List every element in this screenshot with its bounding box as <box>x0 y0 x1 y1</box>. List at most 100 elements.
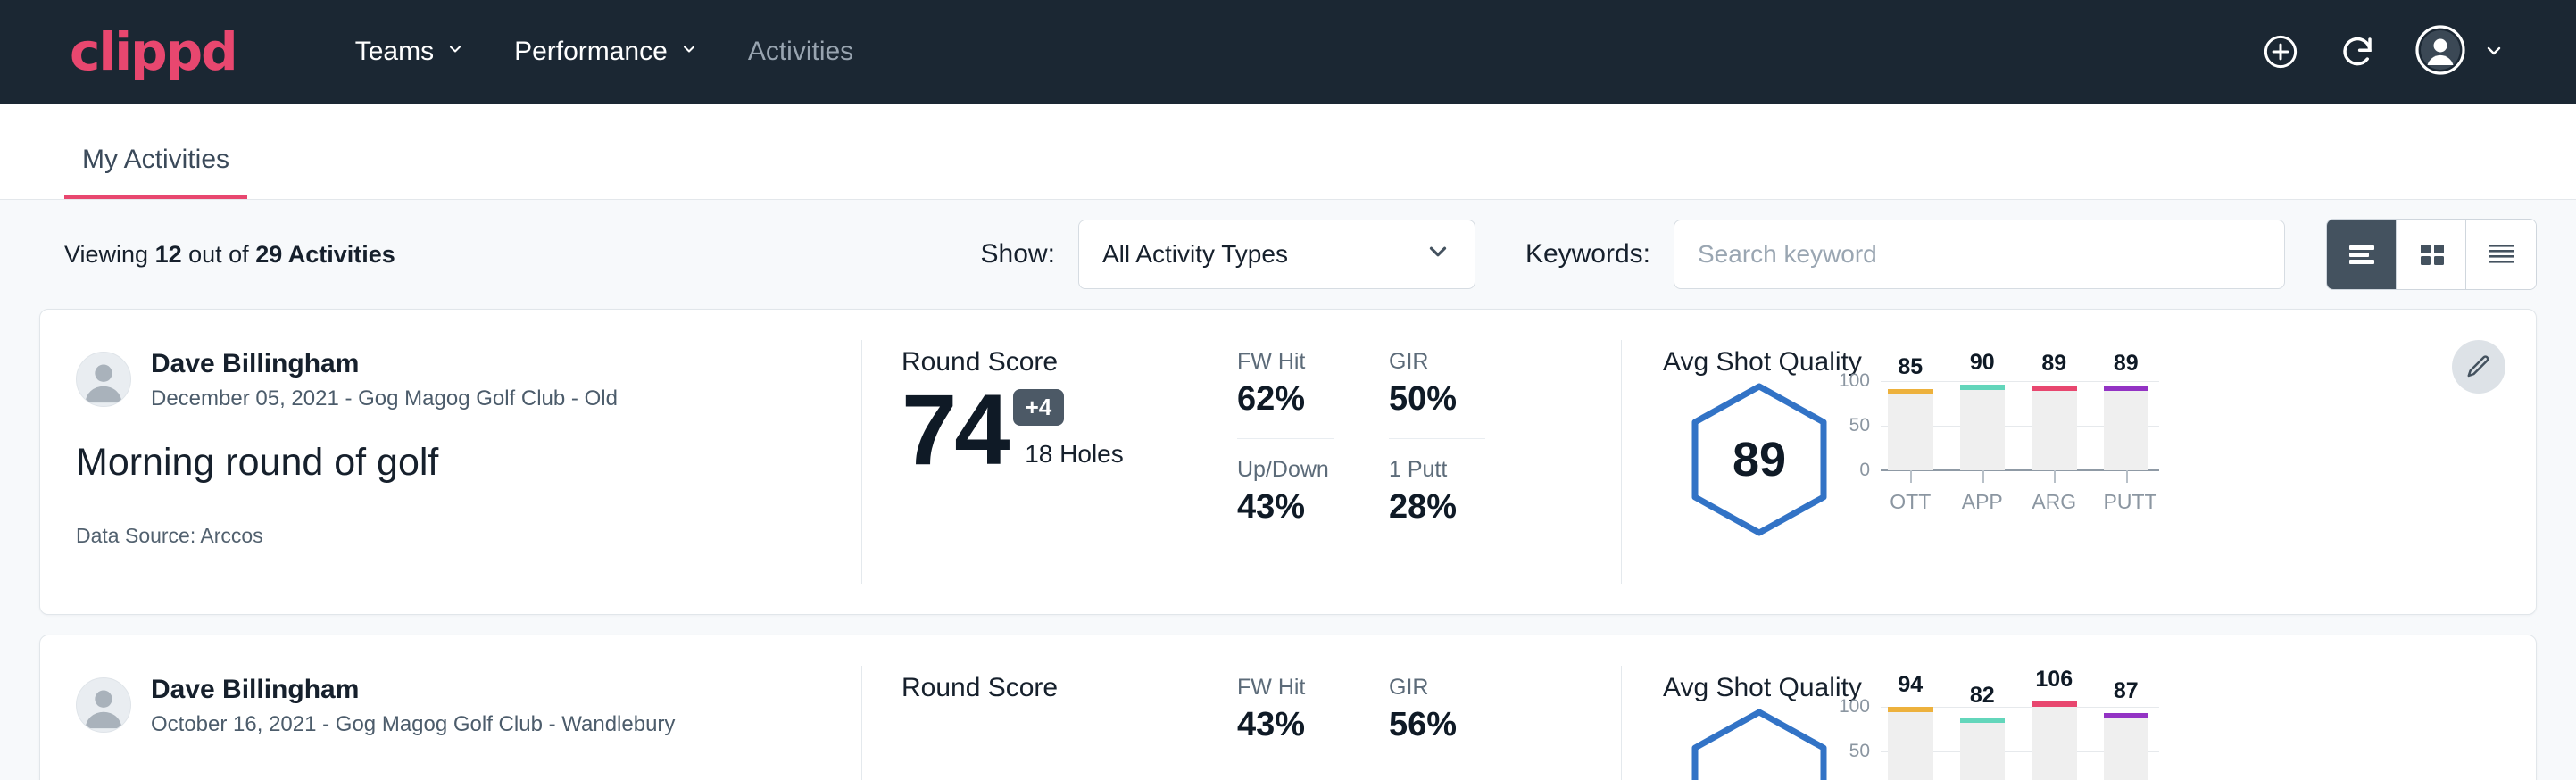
chart-bar-cap <box>1960 718 2006 723</box>
nav-item-activities[interactable]: Activities <box>723 37 878 67</box>
data-source-label: Data Source: <box>76 524 200 547</box>
view-list-button[interactable] <box>2327 220 2397 289</box>
list-icon <box>2344 240 2380 269</box>
chart-x-tick <box>1982 470 1984 483</box>
player-header: Dave Billingham December 05, 2021 - Gog … <box>76 347 861 412</box>
refresh-icon[interactable] <box>2339 33 2376 71</box>
show-label: Show: <box>981 239 1055 270</box>
chart-bar-body <box>1960 723 2006 780</box>
viewing-count: 12 <box>155 241 182 268</box>
shot-quality-value: 89 <box>1688 381 1831 538</box>
chart-bar-cap <box>2032 701 2077 707</box>
chevron-down-icon <box>1425 238 1451 271</box>
activity-info: Dave Billingham December 05, 2021 - Gog … <box>40 310 861 614</box>
view-grid-button[interactable] <box>2397 220 2466 289</box>
chart-bar-body <box>2104 718 2149 780</box>
chart-bar-body <box>1888 394 1933 470</box>
nav-item-activities-label: Activities <box>748 37 853 67</box>
nav-item-teams-label: Teams <box>355 37 434 67</box>
viewing-prefix: Viewing <box>64 241 155 268</box>
chart-bar-arg: 106ARG <box>2032 707 2077 780</box>
chart-y-tick-label: 50 <box>1849 741 1870 762</box>
player-name: Dave Billingham <box>151 673 675 707</box>
shot-quality-hexagon <box>1688 707 1831 780</box>
grid-icon <box>2414 240 2449 269</box>
chart-x-label: PUTT <box>2104 490 2149 514</box>
round-stats: FW Hit 43% GIR 56% <box>1237 635 1621 780</box>
shot-quality-value <box>1688 707 1831 780</box>
pencil-icon <box>2465 353 2492 380</box>
chevron-down-icon <box>446 40 464 58</box>
chart-bar-app: 82APP <box>1960 707 2006 780</box>
add-icon[interactable] <box>2262 33 2299 71</box>
data-source: Data Source: Arccos <box>76 524 861 548</box>
stat-fw-hit: FW Hit 62% <box>1237 349 1334 419</box>
avg-shot-quality-label: Avg Shot Quality <box>1663 347 2536 378</box>
chart-bar-cap <box>2032 386 2077 391</box>
stat-one-putt: 1 Putt 28% <box>1389 457 1485 527</box>
stat-up-down: Up/Down 43% <box>1237 457 1334 527</box>
keywords-label: Keywords: <box>1525 239 1650 270</box>
activity-card[interactable]: Dave Billingham December 05, 2021 - Gog … <box>39 309 2537 615</box>
stat-one-putt-label: 1 Putt <box>1389 457 1485 483</box>
search-input[interactable] <box>1698 240 2261 269</box>
clippd-logo[interactable]: clippd <box>70 26 237 78</box>
round-score-section: Round Score <box>862 635 1237 780</box>
tab-my-activities[interactable]: My Activities <box>64 145 247 199</box>
avatar <box>76 352 131 407</box>
compact-list-icon <box>2483 240 2519 269</box>
activity-type-select[interactable]: All Activity Types <box>1078 220 1475 289</box>
chart-bar-body <box>2104 391 2149 470</box>
round-stats: FW Hit 62% GIR 50% Up/Down 43% 1 Putt <box>1237 310 1621 614</box>
account-menu[interactable] <box>2415 25 2501 79</box>
tab-bar: My Activities <box>0 104 2576 200</box>
stat-gir-label: GIR <box>1389 675 1485 701</box>
avg-shot-quality-body: 05010094OTT82APP106ARG87PUTT <box>1663 707 2536 780</box>
nav-item-performance-label: Performance <box>514 37 668 67</box>
chart-plot-area: 05010085OTT90APP89ARG89PUTT <box>1881 381 2148 470</box>
chart-bars: 85OTT90APP89ARG89PUTT <box>1888 381 2148 470</box>
chart-bar-app: 90APP <box>1960 381 2006 470</box>
chart-x-label: APP <box>1960 490 2006 514</box>
chart-bar-value: 106 <box>2032 667 2077 693</box>
chart-bar-value: 89 <box>2032 351 2077 377</box>
edit-activity-button[interactable] <box>2452 340 2505 394</box>
stat-gir: GIR 50% <box>1389 349 1485 419</box>
stat-fw-hit-label: FW Hit <box>1237 675 1334 701</box>
chart-x-tick <box>2054 470 2056 483</box>
chart-bar-value: 90 <box>1960 350 2006 376</box>
chevron-down-icon <box>2483 40 2501 58</box>
search-box[interactable] <box>1674 220 2285 289</box>
tab-my-activities-label: My Activities <box>82 145 229 174</box>
avatar <box>76 677 131 733</box>
filter-toolbar: Viewing 12 out of 29 Activities Show: Al… <box>39 200 2537 309</box>
chart-x-tick <box>1910 470 1912 483</box>
viewing-middle: out of <box>182 241 256 268</box>
viewing-total: 29 <box>255 241 282 268</box>
chart-bar-value: 94 <box>1888 672 1933 698</box>
stat-fw-hit-label: FW Hit <box>1237 349 1334 375</box>
nav-item-teams[interactable]: Teams <box>330 37 489 67</box>
avg-shot-quality-label: Avg Shot Quality <box>1663 673 2536 703</box>
viewing-count-text: Viewing 12 out of 29 Activities <box>39 241 395 269</box>
nav-item-performance[interactable]: Performance <box>489 37 723 67</box>
activity-type-select-value: All Activity Types <box>1102 240 1288 269</box>
chart-x-label: OTT <box>1888 490 1933 514</box>
stat-gir-value: 56% <box>1389 706 1485 744</box>
view-compact-button[interactable] <box>2466 220 2536 289</box>
activity-card[interactable]: Dave Billingham October 16, 2021 - Gog M… <box>39 635 2537 780</box>
holes-label: 18 Holes <box>1025 440 1124 477</box>
stats-bottom-row: Up/Down 43% 1 Putt 28% <box>1237 457 1621 527</box>
activity-info: Dave Billingham October 16, 2021 - Gog M… <box>40 635 861 780</box>
view-toggle-group <box>2326 219 2537 290</box>
chart-bar-body <box>1888 712 1933 780</box>
avg-shot-quality-section: Avg Shot Quality 89 05010085OTT90APP89AR… <box>1622 310 2536 614</box>
chart-y-tick-label: 50 <box>1849 415 1870 436</box>
stats-top-row: FW Hit 62% GIR 50% <box>1237 349 1621 419</box>
chart-bar-cap <box>1888 389 1933 394</box>
chart-bar-value: 85 <box>1888 354 1933 380</box>
chart-bar-cap <box>2104 386 2149 391</box>
shot-quality-chart: 05010085OTT90APP89ARG89PUTT <box>1881 381 2148 470</box>
divider <box>1389 438 1485 439</box>
stat-gir: GIR 56% <box>1389 675 1485 744</box>
